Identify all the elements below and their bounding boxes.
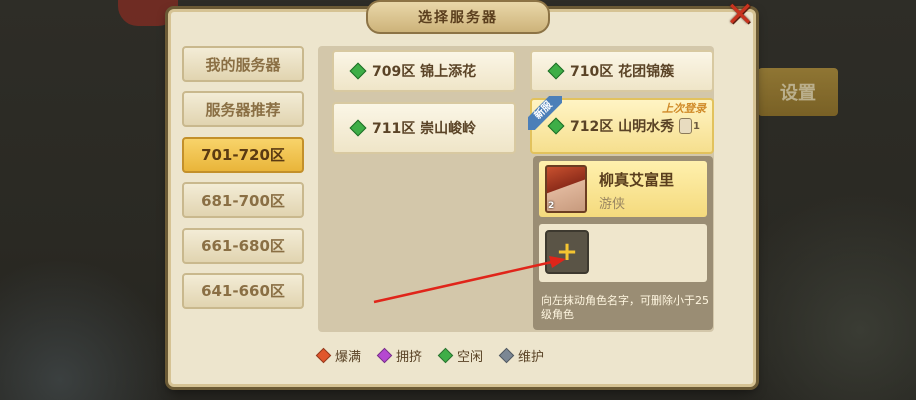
character-portrait: 2 <box>545 165 587 213</box>
character-card[interactable]: 2 柳真艾富里 游侠 <box>539 161 707 217</box>
user-icon <box>679 118 693 134</box>
character-name: 柳真艾富里 <box>599 171 675 189</box>
full-status-icon <box>315 347 332 363</box>
idle-status-icon <box>437 347 454 363</box>
character-class: 游侠 <box>599 197 626 212</box>
tab-661-680[interactable]: 661-680区 <box>182 227 304 264</box>
close-icon[interactable]: ✕ <box>718 0 762 34</box>
status-legend: 爆满 拥挤 空闲 维护 <box>315 345 618 365</box>
character-level: 2 <box>548 201 555 211</box>
status-idle-icon <box>349 62 367 80</box>
server-item-710[interactable]: 710区 花团锦簇 <box>530 50 714 92</box>
server-item-712[interactable]: 新服 上次登录 712区 山明水秀 1 <box>528 96 714 154</box>
legend-crowded: 拥挤 <box>376 346 422 365</box>
server-range-tabs: 我的服务器 服务器推荐 701-720区 681-700区 661-680区 6… <box>182 46 308 334</box>
server-item-711[interactable]: 711区 崇山峻岭 <box>332 102 516 154</box>
crowded-status-icon <box>376 347 393 363</box>
tab-recommended[interactable]: 服务器推荐 <box>182 91 304 128</box>
create-character-slot[interactable]: + <box>539 224 707 282</box>
tab-my-servers[interactable]: 我的服务器 <box>182 46 304 82</box>
server-name: 710区 花团锦簇 <box>570 64 675 80</box>
server-name: 709区 锦上添花 <box>372 64 477 80</box>
status-idle-icon <box>349 119 367 137</box>
last-login-label: 上次登录 <box>662 102 706 115</box>
character-count: 1 <box>679 118 700 134</box>
status-idle-icon <box>547 62 565 80</box>
maintenance-status-icon <box>498 347 515 363</box>
legend-full: 爆满 <box>315 346 361 365</box>
legend-maintenance: 维护 <box>498 346 544 365</box>
legend-idle: 空闲 <box>437 346 483 365</box>
character-panel: 2 柳真艾富里 游侠 + 向左抹动角色名字，可删除小于25级角色 <box>533 156 713 330</box>
panel-title: 选择服务器 <box>366 0 550 34</box>
settings-button[interactable]: 设置 <box>758 68 838 116</box>
delete-hint-text: 向左抹动角色名字，可删除小于25级角色 <box>541 294 709 321</box>
tab-641-660[interactable]: 641-660区 <box>182 272 304 309</box>
server-item-709[interactable]: 709区 锦上添花 <box>332 50 516 92</box>
tab-681-700[interactable]: 681-700区 <box>182 182 304 219</box>
server-name: 712区 山明水秀 <box>570 119 675 135</box>
add-character-button[interactable]: + <box>545 230 589 274</box>
tab-701-720[interactable]: 701-720区 <box>182 136 304 173</box>
server-name: 711区 崇山峻岭 <box>372 121 477 137</box>
